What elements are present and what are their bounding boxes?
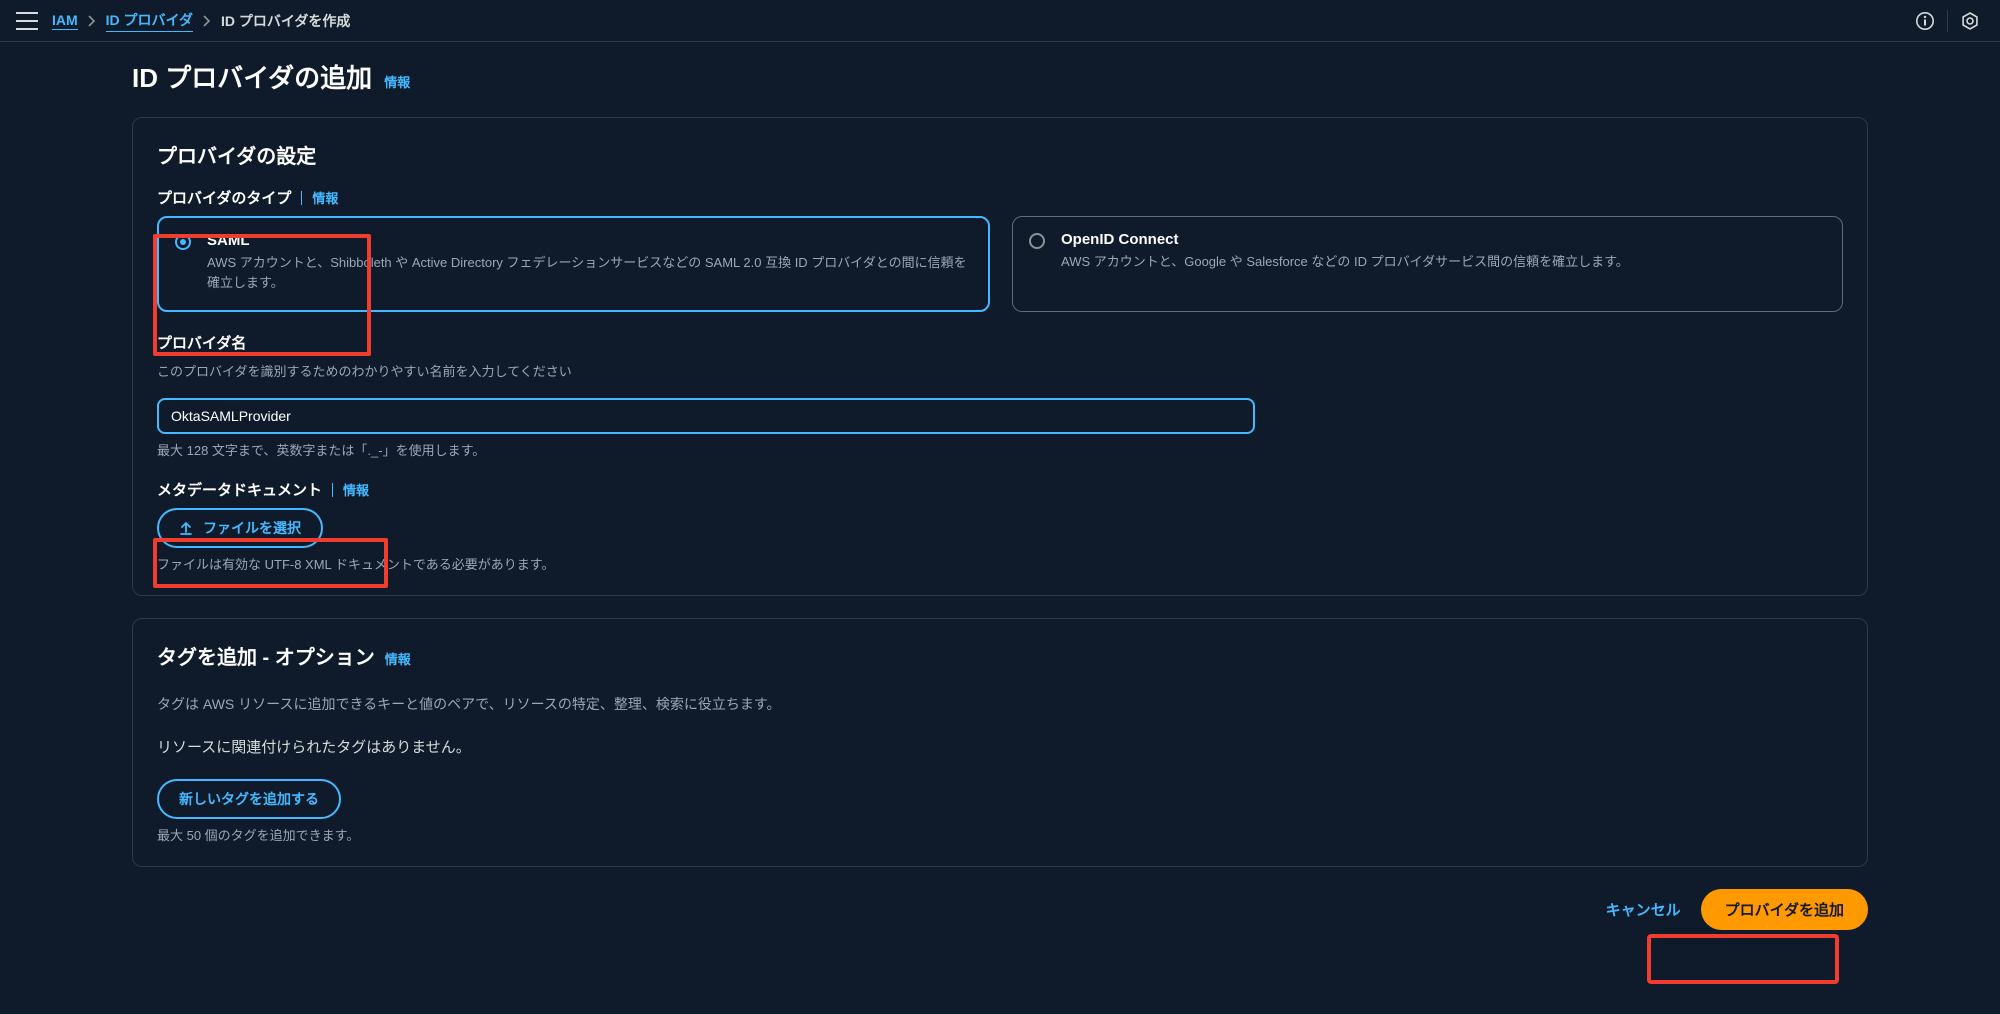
radio-icon (1029, 233, 1045, 249)
metadata-hint: ファイルは有効な UTF-8 XML ドキュメントである必要があります。 (157, 554, 1843, 573)
choose-file-label: ファイルを選択 (203, 518, 301, 538)
info-link[interactable]: 情報 (384, 72, 410, 91)
metadata-label: メタデータドキュメント (157, 479, 322, 500)
provider-name-help: このプロバイダを識別するためのわかりやすい名前を入力してください (157, 361, 1843, 380)
breadcrumb-current: ID プロバイダを作成 (221, 11, 350, 31)
divider (332, 483, 333, 497)
choose-file-button[interactable]: ファイルを選択 (157, 508, 323, 548)
info-link[interactable]: 情報 (385, 649, 411, 668)
upload-icon (179, 521, 193, 535)
page-content: ID プロバイダの追加 情報 プロバイダの設定 プロバイダのタイプ 情報 SAM… (0, 42, 2000, 960)
radio-title: SAML (207, 232, 970, 249)
provider-name-input[interactable] (157, 398, 1255, 434)
tags-hint: 最大 50 個のタグを追加できます。 (157, 825, 1843, 844)
tags-desc: タグは AWS リソースに追加できるキーと値のペアで、リソースの特定、整理、検索… (157, 694, 1843, 714)
tags-status: リソースに関連付けられたタグはありません。 (157, 736, 1843, 757)
provider-config-heading: プロバイダの設定 (157, 140, 1843, 169)
radio-desc: AWS アカウントと、Google や Salesforce などの ID プロ… (1061, 252, 1824, 272)
radio-desc: AWS アカウントと、Shibboleth や Active Directory… (207, 253, 970, 292)
chevron-right-icon (203, 15, 211, 27)
info-link[interactable]: 情報 (343, 480, 369, 499)
cancel-button[interactable]: キャンセル (1606, 899, 1681, 920)
add-tag-label: 新しいタグを追加する (179, 789, 319, 809)
provider-name-label: プロバイダ名 (157, 332, 246, 353)
radio-title: OpenID Connect (1061, 231, 1824, 248)
topbar: IAM ID プロバイダ ID プロバイダを作成 (0, 0, 2000, 42)
provider-type-label: プロバイダのタイプ (157, 187, 291, 208)
settings-icon[interactable] (1956, 7, 1984, 35)
add-tag-button[interactable]: 新しいタグを追加する (157, 779, 341, 819)
breadcrumb-iam[interactable]: IAM (52, 12, 78, 30)
provider-type-oidc[interactable]: OpenID Connect AWS アカウントと、Google や Sales… (1012, 216, 1843, 312)
tags-panel: タグを追加 - オプション 情報 タグは AWS リソースに追加できるキーと値の… (132, 618, 1868, 867)
provider-type-saml[interactable]: SAML AWS アカウントと、Shibboleth や Active Dire… (157, 216, 990, 312)
info-icon[interactable] (1911, 7, 1939, 35)
divider (1947, 10, 1948, 32)
radio-icon (175, 234, 191, 250)
footer-actions: キャンセル プロバイダを追加 (132, 889, 1868, 930)
add-provider-button[interactable]: プロバイダを追加 (1701, 889, 1868, 930)
breadcrumb: IAM ID プロバイダ ID プロバイダを作成 (52, 10, 350, 32)
tags-heading: タグを追加 - オプション (157, 641, 375, 670)
hamburger-menu-icon[interactable] (16, 12, 38, 30)
breadcrumb-id-providers[interactable]: ID プロバイダ (106, 10, 193, 32)
divider (301, 191, 302, 205)
chevron-right-icon (88, 15, 96, 27)
provider-name-hint: 最大 128 文字まで、英数字または「._-」を使用します。 (157, 440, 1843, 459)
info-link[interactable]: 情報 (312, 188, 338, 207)
provider-config-panel: プロバイダの設定 プロバイダのタイプ 情報 SAML AWS アカウントと、Sh… (132, 117, 1868, 596)
page-title: ID プロバイダの追加 (132, 58, 372, 95)
